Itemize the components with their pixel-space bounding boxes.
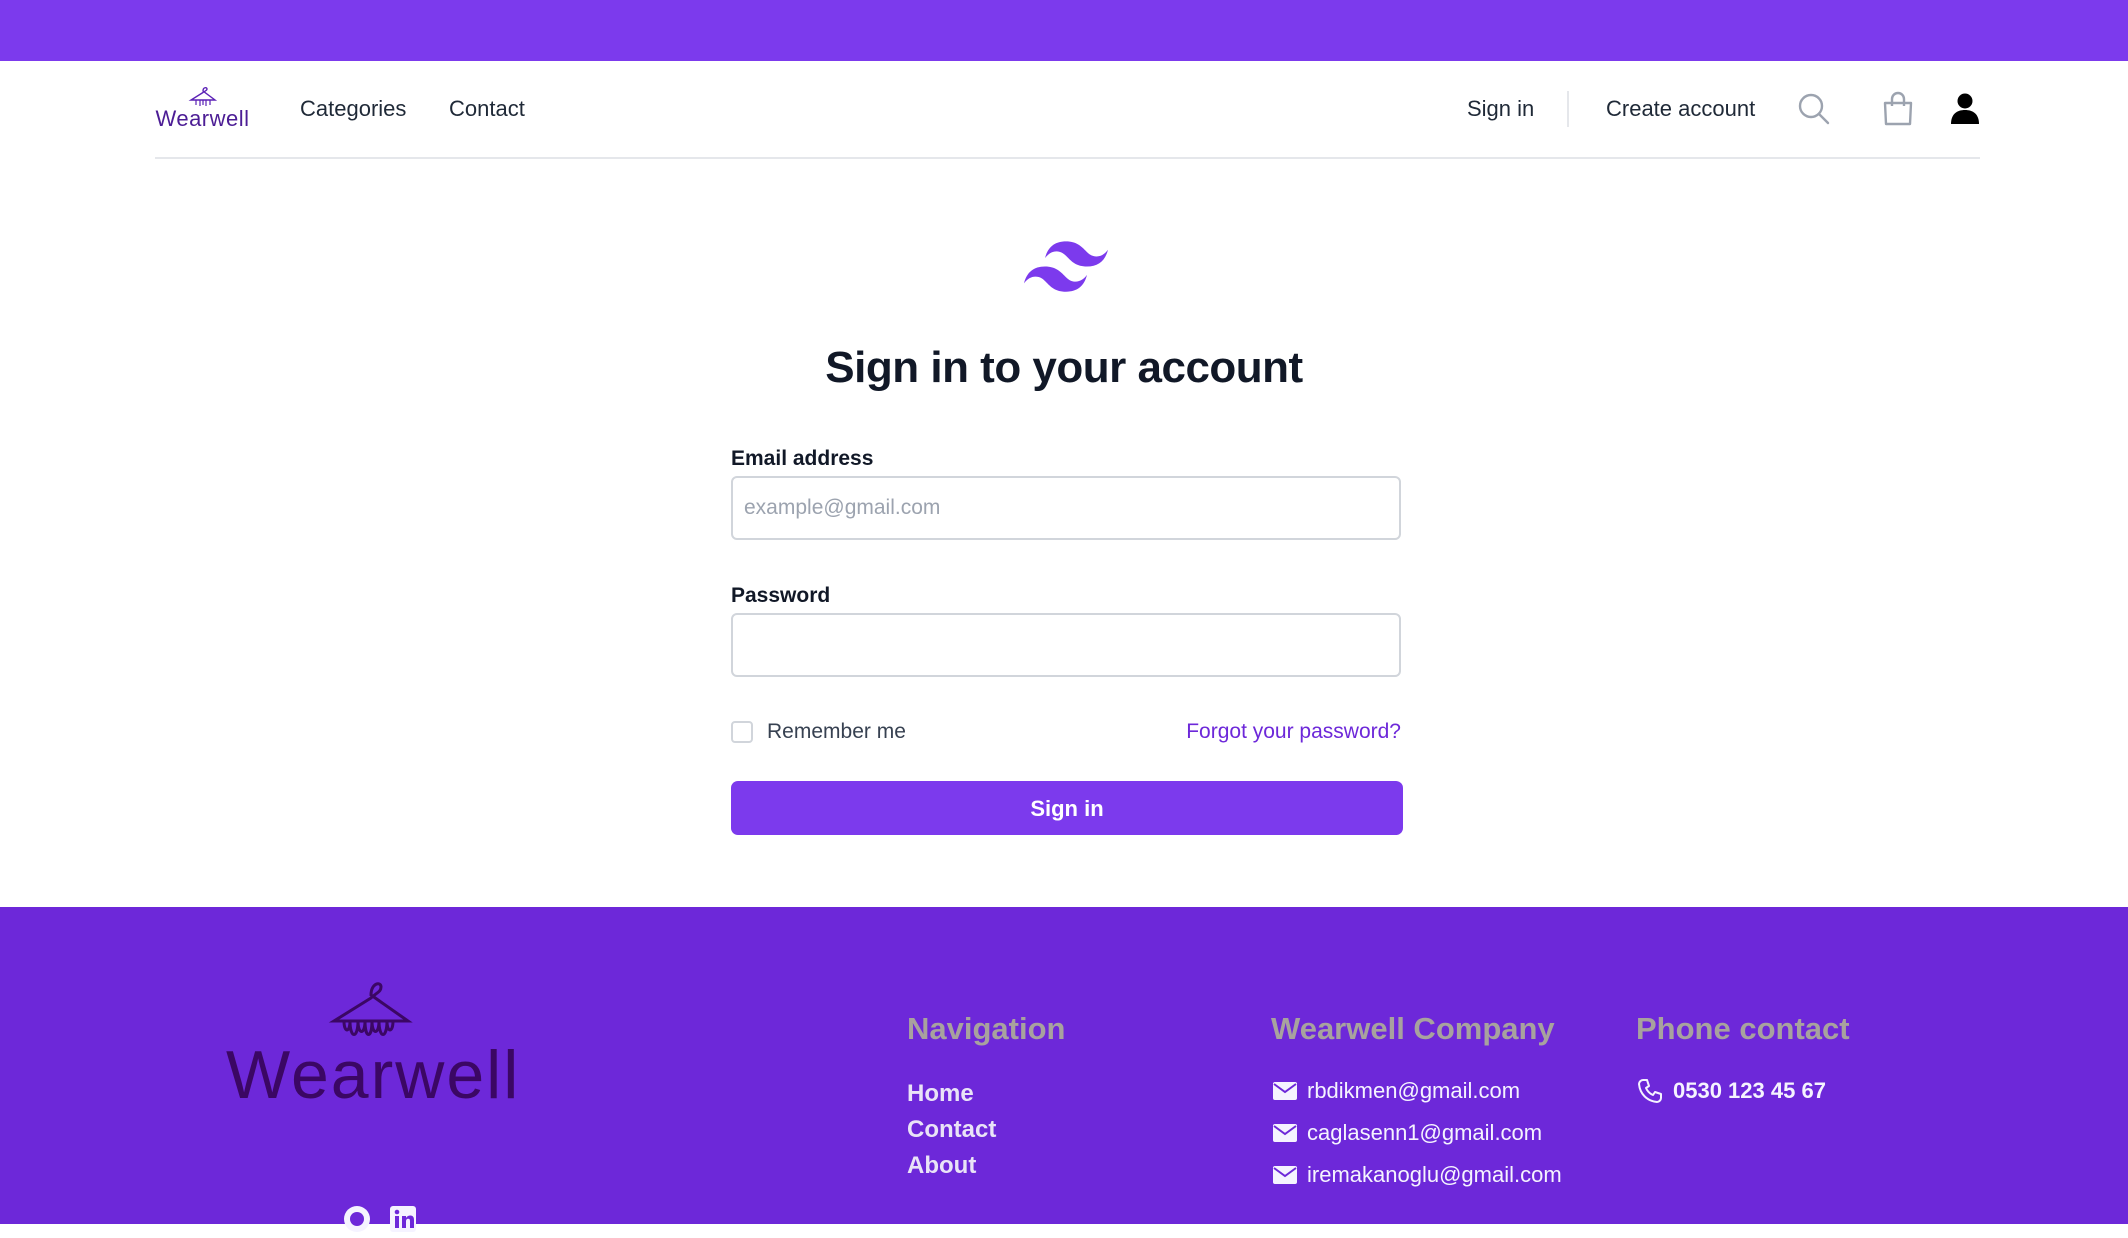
footer: Wearwell Navigation Home Contact About W… [0, 907, 2128, 1232]
footer-brand-name: Wearwell [226, 1037, 521, 1113]
company-email-item[interactable]: iremakanoglu@gmail.com [1273, 1160, 1562, 1190]
envelope-icon [1273, 1124, 1297, 1142]
password-label: Password [731, 584, 831, 607]
remember-me[interactable]: Remember me [731, 718, 906, 746]
phone-number-text: 0530 123 45 67 [1673, 1078, 1826, 1103]
company-email-text: caglasenn1@gmail.com [1307, 1120, 1543, 1145]
shopping-bag-icon[interactable] [1880, 91, 1916, 127]
top-banner [0, 0, 2128, 61]
footer-link-about[interactable]: About [907, 1151, 976, 1181]
company-email-item[interactable]: caglasenn1@gmail.com [1273, 1118, 1542, 1148]
remember-me-checkbox[interactable] [731, 721, 753, 743]
search-icon[interactable] [1796, 91, 1832, 127]
footer-link-home[interactable]: Home [907, 1079, 974, 1109]
nav-sign-in-link[interactable]: Sign in [1467, 95, 1534, 123]
nav-create-account-link[interactable]: Create account [1606, 95, 1755, 123]
phone-contact-item[interactable]: 0530 123 45 67 [1637, 1076, 1826, 1106]
password-field[interactable] [731, 613, 1401, 677]
footer-logo: Wearwell [226, 973, 521, 1113]
company-email-text: iremakanoglu@gmail.com [1307, 1162, 1562, 1187]
remember-me-label: Remember me [767, 720, 906, 743]
phone-icon [1638, 1079, 1662, 1103]
page-title: Sign in to your account [825, 343, 1303, 392]
footer-navigation-title: Navigation [907, 1011, 1066, 1046]
hanger-logo-icon [188, 87, 217, 106]
user-icon[interactable] [1947, 91, 1983, 127]
footer-company-title: Wearwell Company [1271, 1011, 1555, 1046]
nav-link-categories[interactable]: Categories [300, 95, 406, 123]
nav-divider [1567, 91, 1569, 127]
tailwind-logo-icon [1024, 241, 1108, 292]
navbar: Wearwell Categories Contact Sign in Crea… [155, 61, 1980, 159]
brand-logo[interactable]: Wearwell [155, 85, 250, 133]
brand-name: Wearwell [155, 106, 250, 131]
linkedin-icon[interactable] [389, 1205, 417, 1233]
company-email-item[interactable]: rbdikmen@gmail.com [1273, 1076, 1520, 1106]
envelope-icon [1273, 1082, 1297, 1100]
hanger-logo-icon [328, 982, 413, 1036]
github-icon[interactable] [343, 1205, 371, 1233]
nav-link-contact[interactable]: Contact [449, 95, 525, 123]
email-field[interactable] [731, 476, 1401, 540]
email-label: Email address [731, 447, 874, 470]
footer-phone-title: Phone contact [1636, 1011, 1850, 1046]
company-email-text: rbdikmen@gmail.com [1307, 1078, 1521, 1103]
envelope-icon [1273, 1166, 1297, 1184]
sign-in-button[interactable]: Sign in [731, 781, 1403, 835]
forgot-password-link[interactable]: Forgot your password? [1186, 718, 1401, 746]
footer-link-contact[interactable]: Contact [907, 1115, 996, 1145]
